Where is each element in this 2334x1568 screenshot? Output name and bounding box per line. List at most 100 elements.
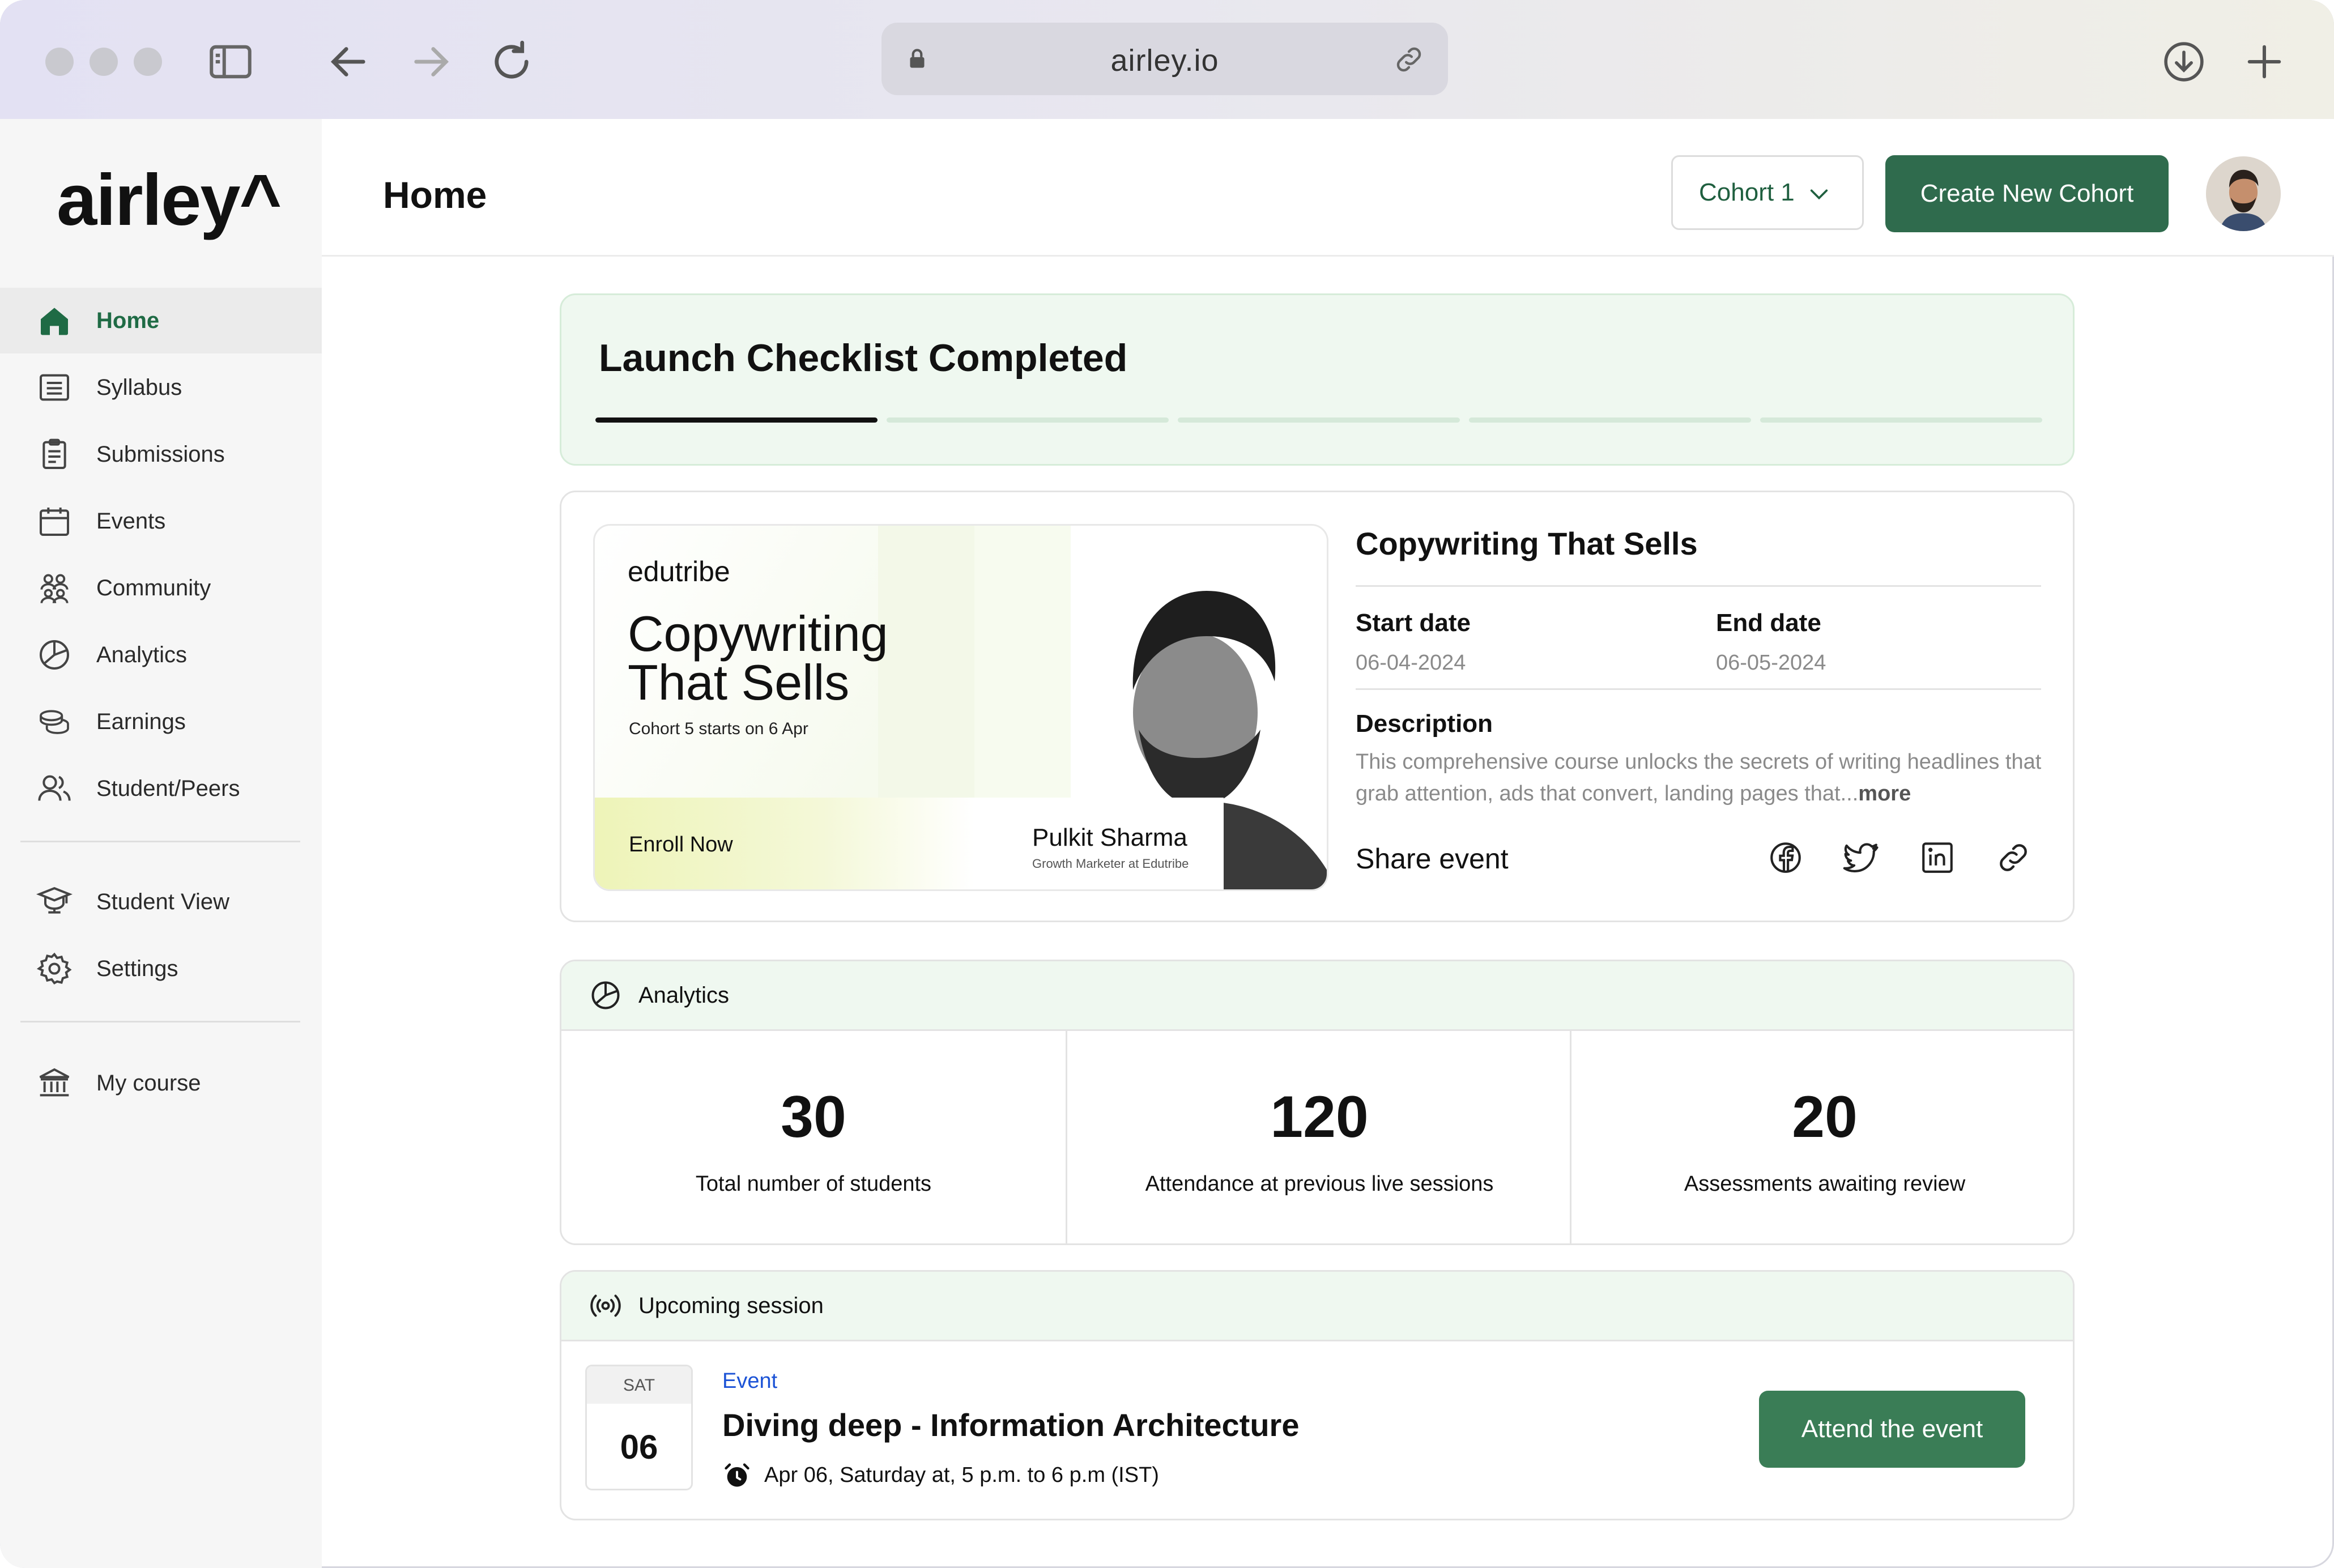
copy-link-icon[interactable] <box>1392 43 1425 76</box>
session-label: Upcoming session <box>638 1293 824 1318</box>
enroll-now-label: Enroll Now <box>629 833 733 857</box>
link-icon[interactable] <box>1995 839 2032 876</box>
description-label: Description <box>1356 710 1493 738</box>
sidebar-item-student-peers[interactable]: Student/Peers <box>0 756 322 821</box>
session-day-of-week: SAT <box>587 1366 691 1404</box>
sidebar-item-label: My course <box>96 1070 201 1096</box>
sidebar-divider <box>20 841 300 842</box>
maximize-window-button[interactable] <box>134 48 162 76</box>
description-text: This comprehensive course unlocks the se… <box>1356 750 2042 806</box>
checklist-progress-segment <box>595 417 878 423</box>
download-icon[interactable] <box>2158 36 2209 87</box>
community-icon <box>36 570 73 606</box>
sidebar-item-label: Syllabus <box>96 374 182 400</box>
sidebar-item-label: Home <box>96 308 160 333</box>
checklist-progress-segment <box>887 417 1169 423</box>
start-date-label: Start date <box>1356 609 1471 637</box>
sidebar-item-label: Student View <box>96 889 229 914</box>
sidebar-item-submissions[interactable]: Submissions <box>0 421 322 487</box>
url-text: airley.io <box>1110 44 1219 78</box>
sidebar-item-community[interactable]: Community <box>0 555 322 621</box>
twitter-icon[interactable] <box>1843 839 1880 876</box>
sidebar-item-settings[interactable]: Settings <box>0 936 322 1002</box>
end-date-label: End date <box>1716 609 1821 637</box>
banner-brand: edutribe <box>628 556 730 587</box>
sidebar-item-label: Events <box>96 508 166 534</box>
close-window-button[interactable] <box>45 48 74 76</box>
sidebar-divider <box>20 1021 300 1022</box>
speaker-name: Pulkit Sharma <box>1032 824 1187 851</box>
event-divider <box>1356 585 2041 587</box>
banner-title: Copywriting That Sells <box>628 606 888 710</box>
facebook-icon[interactable] <box>1767 839 1804 876</box>
stat-label: Attendance at previous live sessions <box>1145 1172 1494 1196</box>
address-bar[interactable]: airley.io <box>881 23 1448 95</box>
pie-chart-icon <box>589 978 623 1012</box>
checklist-progress-segment <box>1760 417 2042 423</box>
end-date-value: 06-05-2024 <box>1716 651 1826 675</box>
sidebar-item-student-view[interactable]: Student View <box>0 869 322 935</box>
user-avatar[interactable] <box>2206 156 2281 231</box>
course-banner[interactable]: edutribe Copywriting That Sells Cohort 5… <box>593 524 1328 891</box>
sidebar-item-earnings[interactable]: Earnings <box>0 689 322 755</box>
calendar-icon <box>36 503 73 539</box>
sidebar-item-home[interactable]: Home <box>0 288 322 353</box>
linkedin-icon[interactable] <box>1919 839 1956 876</box>
checklist-progress-segment <box>1178 417 1460 423</box>
new-tab-icon[interactable] <box>2239 36 2290 87</box>
cohort-select-value: Cohort 1 <box>1699 178 1795 206</box>
stat-total-students: 30 Total number of students <box>561 1029 1066 1243</box>
cohort-select[interactable]: Cohort 1 <box>1671 155 1864 230</box>
launch-checklist-card: Launch Checklist Completed <box>560 293 2075 466</box>
sidebar-item-label: Analytics <box>96 642 188 667</box>
banner-subtitle: Cohort 5 starts on 6 Apr <box>629 719 808 738</box>
session-tag: Event <box>722 1369 778 1393</box>
session-title[interactable]: Diving deep - Information Architecture <box>722 1407 1299 1443</box>
session-time: Apr 06, Saturday at, 5 p.m. to 6 p.m (IS… <box>764 1463 1159 1487</box>
home-icon <box>36 302 73 339</box>
attend-event-button[interactable]: Attend the event <box>1759 1391 2025 1468</box>
more-link[interactable]: more <box>1858 782 1911 806</box>
stat-label: Assessments awaiting review <box>1684 1172 1966 1196</box>
pie-chart-icon <box>36 637 73 673</box>
alarm-clock-icon <box>722 1461 752 1490</box>
analytics-card: Analytics 30 Total number of students 12… <box>560 960 2075 1245</box>
sidebar-item-label: Community <box>96 575 211 600</box>
sidebar-item-label: Earnings <box>96 709 186 734</box>
session-day-number: 06 <box>620 1428 658 1466</box>
event-description: This comprehensive course unlocks the se… <box>1356 746 2052 809</box>
forward-arrow-icon[interactable] <box>406 36 457 87</box>
event-card: edutribe Copywriting That Sells Cohort 5… <box>560 491 2075 922</box>
institution-icon <box>36 1065 73 1101</box>
sidebar-item-analytics[interactable]: Analytics <box>0 622 322 688</box>
browser-toolbar: airley.io <box>0 0 2334 119</box>
reload-icon[interactable] <box>486 36 537 87</box>
top-header: Home Cohort 1 Create New Cohort <box>322 119 2334 257</box>
graduation-cap-icon <box>36 884 73 920</box>
chevron-down-icon <box>1808 183 1830 203</box>
sidebar-item-label: Submissions <box>96 441 225 467</box>
broadcast-icon <box>589 1289 623 1323</box>
back-arrow-icon[interactable] <box>323 36 374 87</box>
create-new-cohort-button[interactable]: Create New Cohort <box>1885 155 2169 232</box>
minimize-window-button[interactable] <box>90 48 118 76</box>
page-title: Home <box>383 174 487 216</box>
sidebar-toggle-icon[interactable] <box>205 36 256 87</box>
share-event-label: Share event <box>1356 843 1509 875</box>
stat-assessments: 20 Assessments awaiting review <box>1570 1029 2073 1243</box>
sidebar: airley^ Home Syllabus Submissions Events <box>0 119 322 1568</box>
gear-icon <box>36 951 73 987</box>
stat-value: 20 <box>1792 1084 1858 1150</box>
stat-attendance: 120 Attendance at previous live sessions <box>1066 1029 1571 1243</box>
analytics-label: Analytics <box>638 983 730 1008</box>
sidebar-item-my-course[interactable]: My course <box>0 1050 322 1116</box>
event-divider <box>1356 688 2041 690</box>
list-icon <box>36 369 73 406</box>
sidebar-item-events[interactable]: Events <box>0 488 322 554</box>
start-date-value: 06-04-2024 <box>1356 651 1466 675</box>
event-title: Copywriting That Sells <box>1356 526 1698 561</box>
airley-logo[interactable]: airley^ <box>57 159 282 242</box>
sidebar-item-syllabus[interactable]: Syllabus <box>0 355 322 420</box>
clipboard-icon <box>36 436 73 472</box>
sidebar-item-label: Settings <box>96 956 178 981</box>
